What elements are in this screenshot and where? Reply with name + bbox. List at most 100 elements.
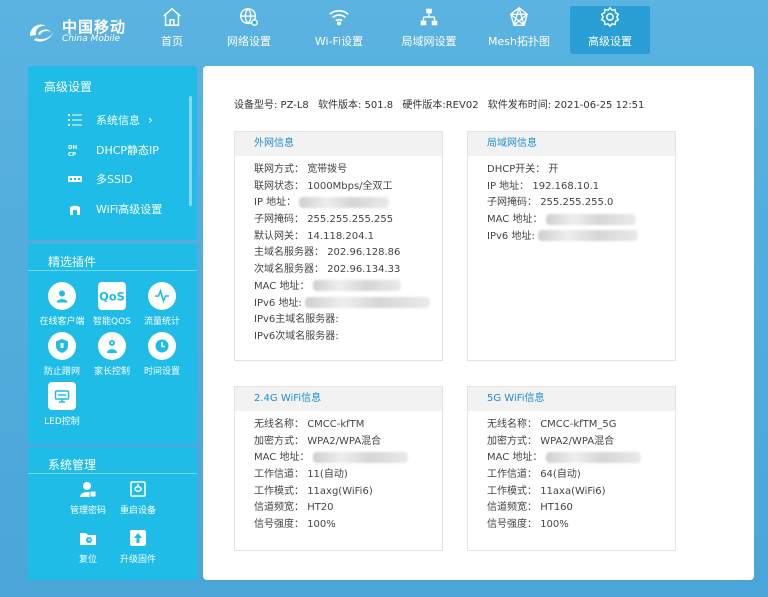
lan-card-title: 局域网信息 <box>468 132 675 156</box>
brand-logo[interactable]: 中国移动 China Mobile <box>26 12 136 52</box>
redacted-value <box>312 280 401 292</box>
lan-icon <box>420 8 438 26</box>
wifi-icon <box>329 9 349 26</box>
info-row: 默认网关： 14.118.204.1 <box>254 230 374 242</box>
folder-reset-icon <box>80 533 96 545</box>
plugins-divider <box>28 270 197 271</box>
info-row: 信号强度： 100% <box>487 519 569 531</box>
china-mobile-logo-icon <box>30 24 54 42</box>
info-row: MAC 地址： <box>487 450 675 467</box>
plugin-traffic-stats[interactable]: 流量统计 <box>138 282 186 327</box>
plugin-time-settings[interactable]: 时间设置 <box>138 332 186 377</box>
info-row: 信道频宽： HT20 <box>254 502 334 514</box>
sidebar-item-label: DHCP静态IP <box>96 144 159 157</box>
sidebar-item-dhcp-static-ip[interactable]: DH CP DHCP静态IP <box>68 138 159 162</box>
sidebar-item-label: 系统信息 <box>96 114 140 127</box>
plugin-led-control[interactable]: LED控制 <box>38 382 86 427</box>
info-row: 子网掩码： 255.255.255.255 <box>254 214 394 226</box>
info-row: MAC 地址： <box>254 450 442 467</box>
svg-text:QoS: QoS <box>99 289 125 303</box>
system-item-label: 复位 <box>78 555 97 565</box>
device-model: 设备型号: PZ-L8 <box>234 100 309 111</box>
ssid-icon <box>68 176 82 182</box>
sidebar-item-system-info[interactable]: 系统信息 › <box>68 108 153 132</box>
info-row: 加密方式： WPA2/WPA混合 <box>487 435 615 447</box>
main-content: 设备型号: PZ-L8 软件版本: 501.8 硬件版本:REV02 软件发布时… <box>203 66 754 580</box>
plugin-label: 时间设置 <box>143 367 180 377</box>
system-item-label: 升级固件 <box>119 555 156 565</box>
plugin-label: 家长控制 <box>93 367 130 377</box>
plugins-panel-title: 精选插件 <box>48 255 97 269</box>
advanced-settings-panel: 高级设置 系统信息 › DH CP DHCP静态IP 多SSID WiFi高级设置 <box>28 66 197 240</box>
wifi-advanced-icon <box>70 205 80 215</box>
info-row: IPv6 地址: <box>254 296 442 313</box>
info-row: 工作信道： 64(自动) <box>487 469 581 481</box>
sidebar-item-label: 多SSID <box>96 173 133 186</box>
nav-network-settings[interactable]: 网络设置 <box>204 6 294 54</box>
redacted-value <box>545 451 641 463</box>
info-row: IPv6 地址: <box>487 229 675 246</box>
plugin-label: LED控制 <box>44 417 80 427</box>
nav-home[interactable]: 首页 <box>140 6 204 54</box>
advanced-panel-title: 高级设置 <box>44 80 93 94</box>
info-row: IPv6次域名服务器: <box>254 330 339 342</box>
info-row: 主域名服务器： 202.96.128.86 <box>254 247 401 259</box>
plugin-parental-control[interactable]: 家长控制 <box>88 332 136 377</box>
wifi-24g-info-card: 2.4G WiFi信息 无线名称： CMCC-kfTM 加密方式： WPA2/W… <box>234 386 443 551</box>
device-software-version: 软件版本: 501.8 <box>317 100 394 111</box>
system-panel-title: 系统管理 <box>48 458 97 472</box>
info-row: 工作信道： 11(自动) <box>254 469 348 481</box>
globe-gear-icon <box>240 8 258 26</box>
sidebar-item-wifi-advanced[interactable]: WiFi高级设置 <box>68 197 162 221</box>
nav-wifi-settings[interactable]: Wi-Fi设置 <box>294 6 384 54</box>
lan-info-card: 局域网信息 DHCP开关： 开 IP 地址： 192.168.10.1 子网掩码… <box>467 131 676 361</box>
qos-icon: QoS <box>99 289 125 303</box>
nav-lan-settings[interactable]: 局域网设置 <box>384 6 474 54</box>
list-icon <box>68 114 82 126</box>
info-row: DHCP开关： 开 <box>487 164 559 175</box>
info-row: 联网状态： 1000Mbps/全双工 <box>254 180 393 192</box>
plugin-label: 防止蹭网 <box>43 367 80 377</box>
plugin-label: 流量统计 <box>143 317 180 327</box>
info-row: IP 地址： <box>254 195 442 212</box>
sidebar-item-multi-ssid[interactable]: 多SSID <box>68 167 133 191</box>
plugin-smart-qos[interactable]: QoS 智能QOS <box>88 282 136 327</box>
nav-lan-label: 局域网设置 <box>401 35 457 48</box>
redacted-value <box>538 230 638 242</box>
system-restart-device[interactable]: 重启设备 <box>108 480 168 516</box>
chevron-right-icon: › <box>148 113 153 127</box>
users-icon <box>56 290 68 303</box>
plugin-label: 智能QOS <box>93 317 131 327</box>
nav-home-label: 首页 <box>161 35 183 48</box>
pulse-icon <box>155 288 169 304</box>
nav-mesh-topology[interactable]: Mesh拓扑图 <box>474 6 564 54</box>
brand-name-en: China Mobile <box>62 34 121 45</box>
nav-mesh-label: Mesh拓扑图 <box>488 35 550 48</box>
plugin-online-clients[interactable]: 在线客户端 <box>38 282 86 327</box>
info-row: 联网方式： 宽带拨号 <box>254 164 348 175</box>
sidebar-scrollbar[interactable] <box>189 96 192 206</box>
dhcp-icon: DHCP <box>68 145 78 157</box>
info-row: 无线名称： CMCC-kfTM_5G <box>487 419 617 430</box>
main-nav: 首页 网络设置 Wi-Fi设置 局域网设置 Mesh拓扑图 高级设置 <box>140 6 650 56</box>
wifi-5g-card-title: 5G WiFi信息 <box>468 387 675 411</box>
home-icon <box>163 7 181 26</box>
redacted-value <box>305 297 430 308</box>
system-management-panel: 系统管理 管理密码 重启设备 复位 升级固件 <box>28 447 197 580</box>
plugin-anti-leech[interactable]: 防止蹭网 <box>38 332 86 377</box>
mesh-icon <box>509 6 529 26</box>
plugins-panel: 精选插件 在线客户端 QoS 智能QOS 流量统计 防止蹭网 家长控制 时间设置… <box>28 244 197 444</box>
top-header: 中国移动 China Mobile 首页 网络设置 Wi-Fi设置 局域网设置 … <box>0 0 768 60</box>
wifi-5g-info-card: 5G WiFi信息 无线名称： CMCC-kfTM_5G 加密方式： WPA2/… <box>467 386 676 551</box>
info-row: 信号强度： 100% <box>254 519 336 531</box>
upload-icon <box>130 530 146 546</box>
svg-text:DH: DH <box>68 145 78 151</box>
info-row: 子网掩码： 255.255.255.0 <box>487 197 614 209</box>
info-row: IP 地址： 192.168.10.1 <box>487 180 600 192</box>
restart-icon <box>130 481 146 497</box>
nav-advanced-settings[interactable]: 高级设置 <box>570 6 650 54</box>
wan-card-title: 外网信息 <box>235 132 442 156</box>
system-upgrade-firmware[interactable]: 升级固件 <box>108 529 168 565</box>
device-hardware-version: 硬件版本:REV02 <box>402 100 479 111</box>
redacted-value <box>299 196 390 208</box>
